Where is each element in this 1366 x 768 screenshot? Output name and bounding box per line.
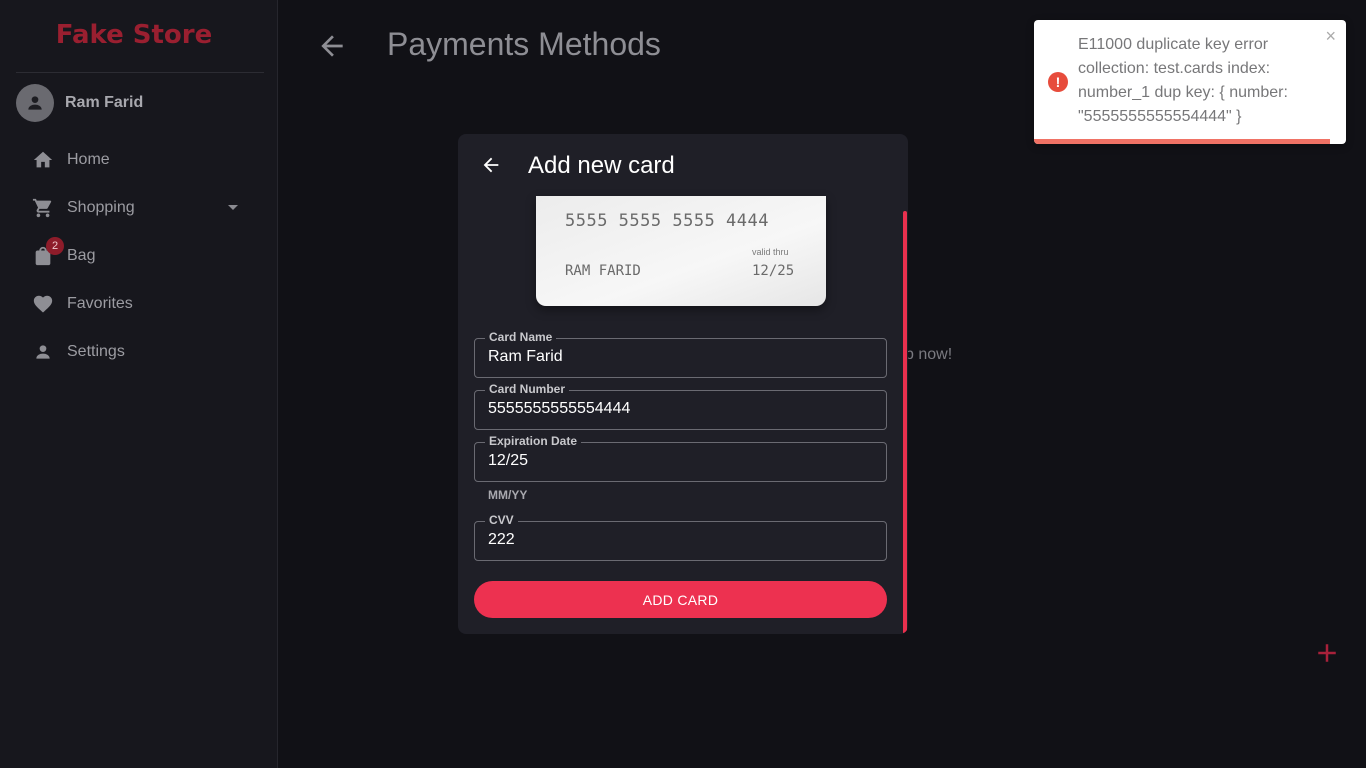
sidebar-item-label: Home: [67, 151, 110, 168]
cvv-field[interactable]: CVV: [474, 513, 887, 561]
expiration-date-label: Expiration Date: [485, 434, 582, 448]
chevron-down-icon[interactable]: [228, 205, 238, 210]
card-preview-holder: RAM FARID: [565, 263, 641, 279]
sidebar-item-label: Shopping: [67, 199, 135, 216]
bag-count-badge: 2: [46, 237, 64, 255]
expiration-helper-text: MM/YY: [488, 488, 528, 502]
avatar[interactable]: [16, 84, 54, 122]
expiration-date-input[interactable]: [488, 452, 868, 470]
scrollbar[interactable]: [903, 211, 907, 634]
error-toast[interactable]: ! E11000 duplicate key error collection:…: [1034, 20, 1346, 144]
dialog-back-arrow-icon[interactable]: [480, 154, 502, 176]
card-name-input[interactable]: [488, 348, 868, 366]
divider: [16, 72, 264, 73]
close-icon[interactable]: ×: [1325, 26, 1336, 47]
toast-progress-bar: [1034, 139, 1331, 144]
card-number-field[interactable]: Card Number: [474, 382, 887, 430]
sidebar-item-settings[interactable]: Settings: [30, 336, 260, 368]
sidebar: Fake Store Ram Farid Home Shopping 2 Bag…: [0, 0, 278, 768]
add-card-dialog: Add new card 5555 5555 5555 4444 RAM FAR…: [458, 134, 908, 634]
sidebar-item-label: Bag: [67, 247, 96, 264]
card-name-field[interactable]: Card Name: [474, 330, 887, 378]
card-preview-valid: 12/25: [752, 263, 795, 279]
card-preview: 5555 5555 5555 4444 RAM FARID valid thru…: [536, 196, 826, 306]
user-name: Ram Farid: [65, 94, 144, 111]
person-icon: [28, 96, 42, 110]
brand-logo[interactable]: Fake Store: [0, 20, 268, 50]
error-icon: !: [1048, 72, 1068, 92]
person-icon: [30, 339, 56, 365]
add-card-button[interactable]: ADD CARD: [474, 581, 887, 618]
sidebar-item-home[interactable]: Home: [30, 144, 260, 176]
card-name-label: Card Name: [485, 330, 557, 344]
cart-icon: [30, 195, 56, 221]
card-number-label: Card Number: [485, 382, 570, 396]
empty-state-text: p now!: [905, 346, 953, 363]
back-arrow-icon[interactable]: [316, 30, 348, 62]
cvv-label: CVV: [485, 513, 518, 527]
card-preview-number: 5555 5555 5555 4444: [565, 211, 769, 231]
card-preview-valid-label: valid thru: [752, 247, 789, 257]
sidebar-item-shopping[interactable]: Shopping: [30, 192, 260, 224]
home-icon: [30, 147, 56, 173]
cvv-input[interactable]: [488, 531, 868, 549]
add-icon[interactable]: [1312, 638, 1342, 668]
card-number-input[interactable]: [488, 400, 868, 418]
heart-icon: [30, 291, 56, 317]
toast-message: E11000 duplicate key error collection: t…: [1078, 36, 1288, 125]
user-profile[interactable]: Ram Farid: [16, 83, 143, 123]
expiration-date-field[interactable]: Expiration Date: [474, 434, 887, 482]
dialog-title: Add new card: [528, 152, 675, 179]
sidebar-item-bag[interactable]: 2 Bag: [30, 237, 260, 272]
sidebar-item-label: Favorites: [67, 295, 133, 312]
bag-icon: 2: [30, 237, 64, 269]
sidebar-item-favorites[interactable]: Favorites: [30, 288, 260, 320]
sidebar-item-label: Settings: [67, 343, 125, 360]
page-title: Payments Methods: [387, 26, 661, 62]
